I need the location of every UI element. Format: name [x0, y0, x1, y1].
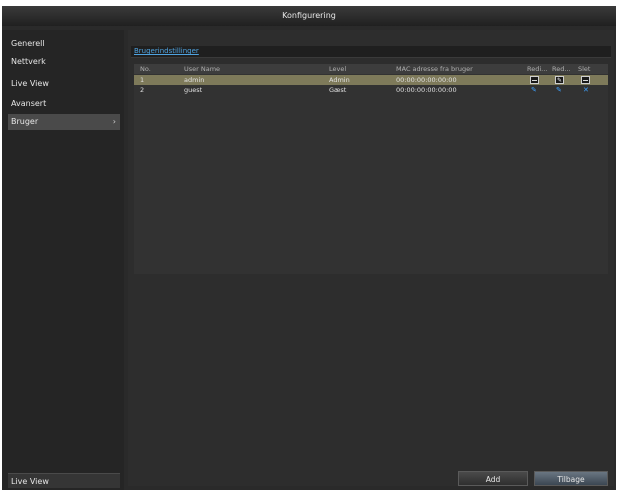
sidebar-item-avanceret[interactable]: Avansert — [8, 96, 120, 112]
permission-pencil-icon[interactable]: ✎ — [556, 85, 562, 95]
sidebar-item-bruger[interactable]: Bruger › — [8, 114, 120, 130]
back-button[interactable]: Tilbage — [534, 471, 608, 486]
cell-no: 1 — [140, 76, 145, 84]
edit-pencil-icon[interactable]: ✎ — [531, 85, 537, 95]
delete-disabled-minus-icon — [581, 76, 590, 84]
column-header-level: Level — [329, 65, 347, 73]
sidebar-item-label: Generell — [11, 39, 45, 48]
sidebar-item-label: Nettverk — [11, 57, 46, 66]
add-button[interactable]: Add — [458, 471, 528, 486]
cell-user-name: admin — [184, 76, 205, 84]
column-header-delete: Slet — [578, 65, 591, 73]
cell-level: Admin — [329, 76, 350, 84]
cell-mac: 00:00:00:00:00:00 — [396, 76, 457, 84]
table-row[interactable]: 1 admin Admin 00:00:00:00:00:00 ✎ — [134, 75, 608, 85]
cell-level: Gæst — [329, 86, 347, 94]
column-header-user-name: User Name — [184, 65, 221, 73]
permission-pencil-icon[interactable]: ✎ — [555, 76, 564, 84]
sidebar-item-live-view[interactable]: Live View — [8, 76, 120, 92]
sidebar-item-label: Avansert — [11, 99, 47, 108]
table-row[interactable]: 2 guest Gæst 00:00:00:00:00:00 ✎ ✎ ✕ — [134, 85, 608, 95]
cell-mac: 00:00:00:00:00:00 — [396, 86, 457, 94]
sidebar-item-label: Bruger — [11, 117, 39, 126]
sidebar-item-label: Live View — [11, 79, 49, 88]
section-title[interactable]: Brugerindstillinger — [134, 46, 199, 57]
column-header-edit: Redi... — [527, 65, 548, 73]
cell-user-name: guest — [184, 86, 203, 94]
sidebar-bottom-label: Live View — [11, 477, 49, 486]
config-window: Konfigurering Generell Nettverk Live Vie… — [2, 6, 616, 490]
column-header-permission: Red... — [552, 65, 571, 73]
user-table: No. User Name Level MAC adresse fra brug… — [134, 64, 608, 274]
sidebar-item-netvaerk[interactable]: Nettverk — [8, 54, 120, 70]
table-header: No. User Name Level MAC adresse fra brug… — [134, 64, 608, 74]
column-header-no: No. — [140, 65, 151, 73]
edit-disabled-minus-icon — [530, 76, 539, 84]
cell-no: 2 — [140, 86, 145, 94]
sidebar-live-view-button[interactable]: Live View — [8, 473, 120, 488]
content-panel: Brugerindstillinger No. User Name Level … — [128, 30, 614, 486]
window-title: Konfigurering — [2, 6, 616, 26]
column-header-mac: MAC adresse fra bruger — [396, 65, 473, 73]
section-tab[interactable]: Brugerindstillinger — [131, 46, 611, 58]
sidebar-item-generell[interactable]: Generell — [8, 36, 120, 52]
sidebar: Generell Nettverk Live View Avansert Bru… — [2, 30, 124, 490]
delete-x-icon[interactable]: ✕ — [583, 85, 589, 95]
chevron-right-icon: › — [112, 117, 116, 126]
